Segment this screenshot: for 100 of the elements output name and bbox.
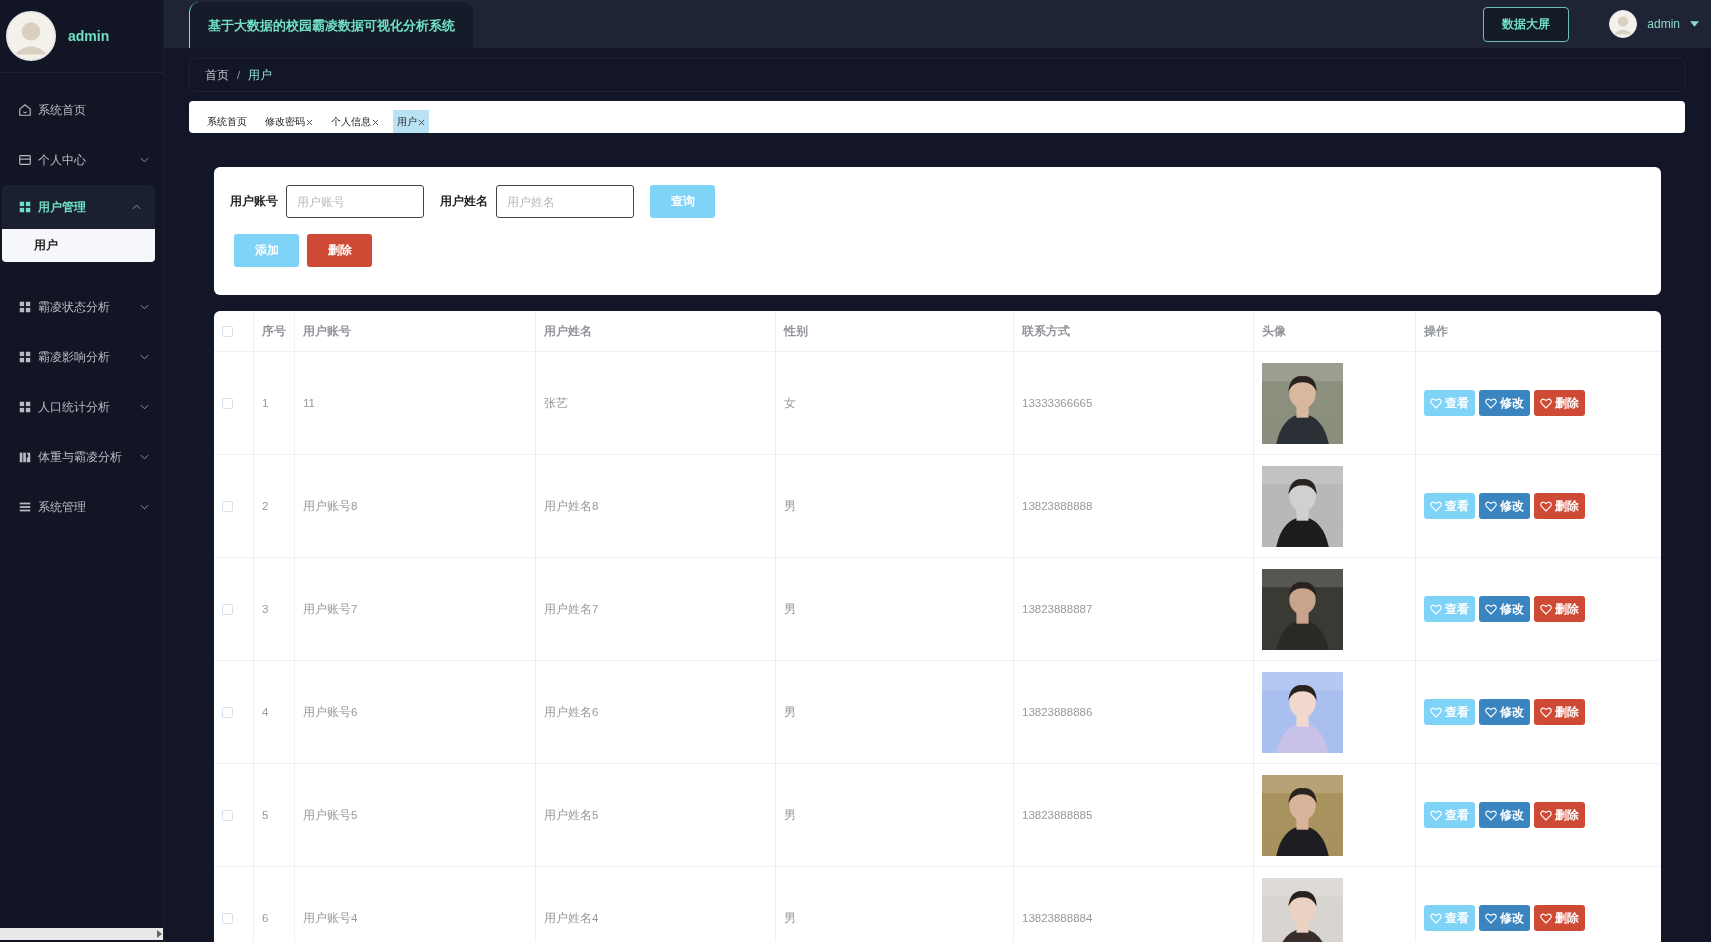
heart-icon — [1485, 603, 1497, 615]
delete-button[interactable]: 删除 — [1534, 493, 1585, 519]
close-icon[interactable] — [418, 118, 425, 126]
table-cell: 用户姓名4 — [536, 867, 776, 942]
breadcrumb-item: 用户 — [248, 67, 273, 83]
table-cell: 13823888886 — [1014, 661, 1254, 763]
edit-button[interactable]: 修改 — [1479, 802, 1530, 828]
sidebar-item[interactable]: 体重与霸凌分析 — [0, 432, 163, 482]
sidebar-item[interactable]: 系统管理 — [0, 482, 163, 532]
chevron-icon — [132, 204, 141, 210]
heart-icon — [1540, 809, 1552, 821]
row-checkbox[interactable] — [222, 603, 233, 615]
table-cell: 13823888885 — [1014, 764, 1254, 866]
close-icon[interactable] — [372, 118, 379, 126]
row-checkbox[interactable] — [222, 500, 233, 512]
user-name[interactable]: admin — [1647, 17, 1680, 31]
sidebar-item[interactable]: 人口统计分析 — [0, 382, 163, 432]
chart-icon — [18, 450, 32, 464]
list-icon — [18, 500, 32, 514]
table-cell: 13333366665 — [1014, 352, 1254, 454]
arrow-icon[interactable] — [155, 929, 163, 939]
table-cell: 用户姓名7 — [536, 558, 776, 660]
chevron-icon — [140, 504, 149, 510]
delete-button[interactable]: 删除 — [307, 234, 372, 267]
sidebar-item[interactable]: 用户管理 — [2, 185, 155, 229]
heart-icon — [1430, 603, 1442, 615]
row-checkbox[interactable] — [222, 397, 233, 409]
delete-button[interactable]: 删除 — [1534, 905, 1585, 931]
table-cell: 5 — [254, 764, 295, 866]
breadcrumb-separator: / — [237, 69, 241, 81]
row-checkbox[interactable] — [222, 706, 233, 718]
grid-icon — [18, 200, 32, 214]
chevron-icon — [140, 404, 149, 410]
scrollbar[interactable] — [0, 928, 163, 940]
edit-button[interactable]: 修改 — [1479, 596, 1530, 622]
tab[interactable]: 用户 — [393, 110, 429, 133]
search-field[interactable]: 用户姓名 — [496, 185, 634, 218]
delete-button[interactable]: 删除 — [1534, 596, 1585, 622]
heart-icon — [1485, 397, 1497, 409]
column-header: 序号 — [254, 311, 295, 351]
table-cell: 女 — [776, 352, 1014, 454]
submenu-item[interactable]: 用户 — [2, 229, 155, 262]
tab[interactable]: 修改密码 — [261, 110, 317, 133]
heart-icon — [1430, 706, 1442, 718]
table-cell: 男 — [776, 867, 1014, 942]
column-header: 操作 — [1423, 323, 1449, 339]
table-cell: 用户账号8 — [295, 455, 536, 557]
column-header: 性别 — [776, 311, 1014, 351]
select-all-checkbox[interactable] — [222, 325, 233, 337]
delete-button[interactable]: 删除 — [1534, 390, 1585, 416]
sidebar-item[interactable]: 霸凌状态分析 — [0, 282, 163, 332]
heart-icon — [1485, 912, 1497, 924]
table-cell: 用户账号6 — [295, 661, 536, 763]
edit-button[interactable]: 修改 — [1479, 493, 1530, 519]
tab[interactable]: 系统首页 — [203, 110, 251, 133]
close-icon[interactable] — [306, 118, 313, 126]
edit-button[interactable]: 修改 — [1479, 390, 1530, 416]
sidebar-item[interactable]: 系统首页 — [0, 85, 163, 135]
sidebar-item[interactable]: 霸凌影响分析 — [0, 332, 163, 382]
delete-button[interactable]: 删除 — [1534, 802, 1585, 828]
chevron-icon — [140, 354, 149, 360]
home-icon — [18, 103, 32, 117]
table-cell: 张艺 — [536, 352, 776, 454]
row-checkbox[interactable] — [222, 809, 233, 821]
user-name: admin — [68, 28, 110, 44]
heart-icon — [1540, 706, 1552, 718]
edit-button[interactable]: 修改 — [1479, 699, 1530, 725]
grid-icon — [18, 400, 32, 414]
heart-icon — [1430, 809, 1442, 821]
field-label: 用户姓名 — [440, 194, 488, 209]
table-cell: 男 — [776, 455, 1014, 557]
heart-icon — [1540, 397, 1552, 409]
dashboard-button[interactable]: 数据大屏 — [1483, 6, 1570, 42]
sidebar-item[interactable]: 个人中心 — [0, 135, 163, 185]
caret-icon[interactable] — [1690, 21, 1699, 27]
chevron-icon — [140, 454, 149, 460]
table-cell: 13823888887 — [1014, 558, 1254, 660]
table-cell: 用户姓名8 — [536, 455, 776, 557]
table-cell: 男 — [776, 558, 1014, 660]
row-checkbox[interactable] — [222, 912, 233, 924]
app-title: 基于大数据的校园霸凌数据可视化分析系统 — [189, 2, 473, 48]
heart-icon — [1540, 500, 1552, 512]
avatar — [6, 11, 56, 61]
table-cell: 3 — [254, 558, 295, 660]
column-header: 用户账号 — [295, 311, 536, 351]
table-cell: 用户姓名5 — [536, 764, 776, 866]
table-cell: 男 — [776, 661, 1014, 763]
column-header: 联系方式 — [1014, 311, 1254, 351]
chevron-icon — [140, 304, 149, 310]
heart-icon — [1430, 500, 1442, 512]
grid-icon — [18, 350, 32, 364]
table-cell: 2 — [254, 455, 295, 557]
tab[interactable]: 个人信息 — [327, 110, 383, 133]
edit-button[interactable]: 修改 — [1479, 905, 1530, 931]
breadcrumb-item[interactable]: 首页 — [205, 67, 229, 83]
search-field[interactable]: 用户账号 — [286, 185, 424, 218]
delete-button[interactable]: 删除 — [1534, 699, 1585, 725]
field-label: 用户账号 — [230, 194, 278, 209]
table-cell: 用户账号4 — [295, 867, 536, 942]
table-cell: 11 — [295, 352, 536, 454]
